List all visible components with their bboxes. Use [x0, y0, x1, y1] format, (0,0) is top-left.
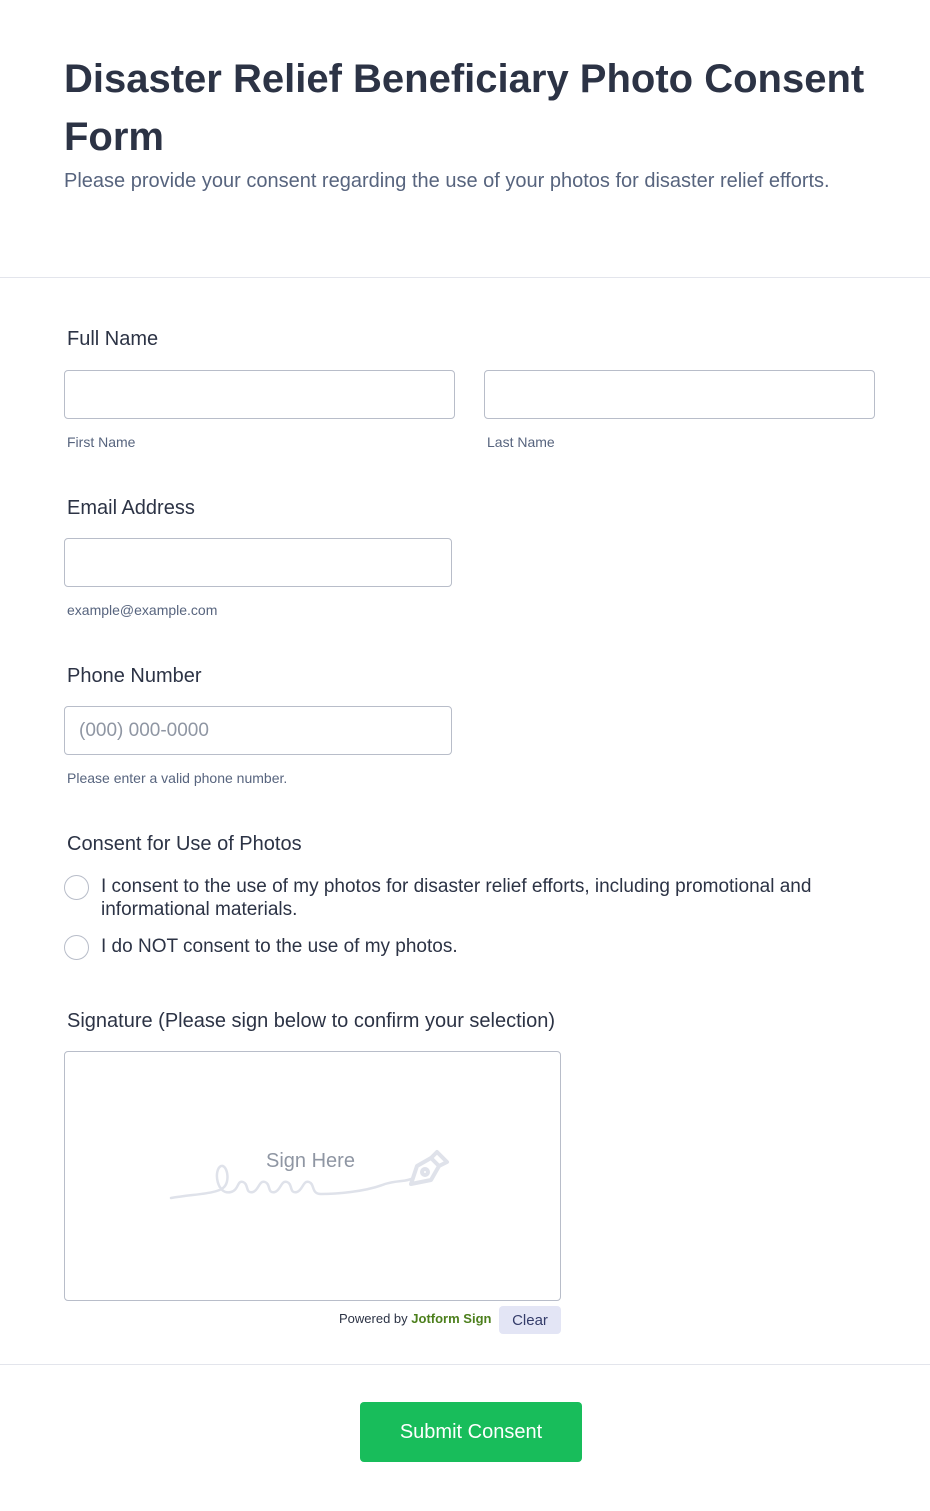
first-name-sublabel: First Name — [67, 434, 136, 450]
footer-divider — [0, 1364, 930, 1365]
phone-label: Phone Number — [67, 665, 202, 687]
powered-by: Powered by Jotform Sign — [339, 1311, 491, 1326]
form-subtitle: Please provide your consent regarding th… — [64, 170, 830, 192]
email-label: Email Address — [67, 497, 195, 519]
email-input[interactable] — [64, 538, 452, 587]
jotform-sign-link[interactable]: Jotform Sign — [411, 1311, 491, 1326]
email-sublabel: example@example.com — [67, 602, 218, 618]
consent-no-radio[interactable] — [64, 935, 89, 960]
form-title: Disaster Relief Beneficiary Photo Consen… — [64, 57, 865, 159]
signature-pad[interactable]: Sign Here — [64, 1051, 561, 1301]
consent-no-text: I do NOT consent to the use of my photos… — [101, 936, 458, 957]
last-name-input[interactable] — [484, 370, 875, 419]
signature-label: Signature (Please sign below to confirm … — [67, 1010, 556, 1032]
phone-sublabel: Please enter a valid phone number. — [67, 770, 288, 786]
first-name-input[interactable] — [64, 370, 455, 419]
submit-consent-button[interactable]: Submit Consent — [360, 1402, 582, 1462]
powered-by-text: Powered by — [339, 1311, 408, 1326]
consent-yes-text: I consent to the use of my photos for di… — [101, 876, 812, 920]
phone-input[interactable] — [64, 706, 452, 755]
consent-yes-radio[interactable] — [64, 875, 89, 900]
full-name-label: Full Name — [67, 328, 159, 350]
clear-signature-button[interactable]: Clear — [499, 1306, 561, 1334]
form-header: Disaster Relief Beneficiary Photo Consen… — [0, 0, 930, 278]
last-name-sublabel: Last Name — [487, 434, 555, 450]
sign-here-placeholder: Sign Here — [266, 1150, 355, 1172]
pen-nib-icon — [409, 1150, 449, 1186]
consent-yes-option[interactable]: I consent to the use of my photos for di… — [64, 875, 861, 921]
consent-no-option[interactable]: I do NOT consent to the use of my photos… — [64, 935, 861, 960]
consent-label: Consent for Use of Photos — [67, 833, 302, 855]
